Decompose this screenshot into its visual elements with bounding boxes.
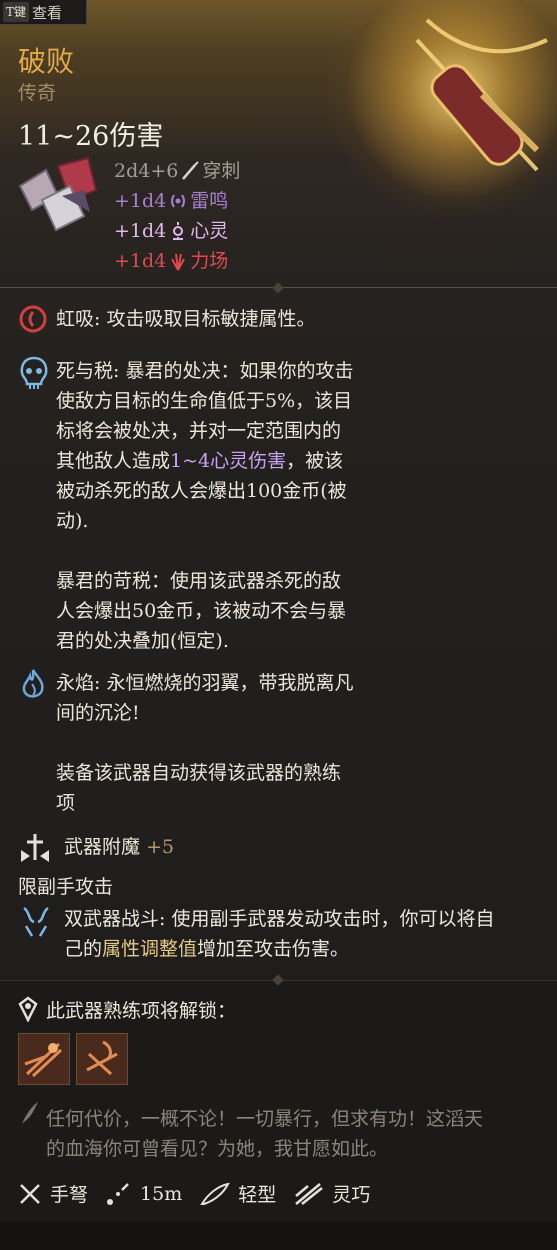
thunder-icon (171, 194, 186, 208)
property-finesse[interactable]: 灵巧 (294, 1180, 370, 1207)
enchant-sword-icon (21, 834, 49, 862)
inspect-hint[interactable]: T键 查看 (0, 0, 87, 25)
item-name: 破败 (18, 45, 75, 78)
proficiency-action-2[interactable] (76, 1033, 128, 1085)
range-icon (107, 1182, 129, 1205)
property-range[interactable]: 15m (106, 1182, 182, 1206)
passive-dual-wield[interactable]: 双武器战斗: 使用副手武器发动攻击时，你可以将自 己的属性调整值增加至攻击伤害。 (18, 904, 494, 964)
hand-crossbow-icon (20, 1183, 40, 1204)
brace-shot-icon (77, 1034, 127, 1084)
passive-eternal-flame[interactable]: 永焰: 永恒燃烧的羽翼，带我脱离凡 间的沉沦! 装备该武器自动获得该武器的熟练 … (18, 668, 353, 818)
weapon-enchant[interactable]: 武器附魔 +5 (18, 832, 174, 870)
inspect-label: 查看 (32, 3, 63, 22)
proficiency-action-1[interactable] (18, 1033, 70, 1085)
psychic-damage-highlight: 1~4心灵伤害 (170, 450, 287, 472)
damage-summary: 11~26伤害 (18, 121, 164, 152)
property-hand-crossbow[interactable]: 手弩 (18, 1180, 88, 1207)
damage-line-psychic: +1d4 心灵 (114, 220, 229, 242)
key-t: T键 (3, 2, 30, 22)
pierce-icon (182, 161, 200, 180)
proficiency-header: 此武器熟练项将解锁： (18, 996, 236, 1026)
damage-line-thunder: +1d4 雷鸣 (114, 190, 229, 212)
passive-death-tax[interactable]: 死与税: 暴君的处决：如果你的攻击 使敌方目标的生命值低于5%，该目 标将会被处… (18, 356, 353, 656)
damage-line-force: +1d4 力场 (114, 250, 229, 272)
tooltip-header: T键 查看 破败 传奇 11~26伤害 2d4+6 穿刺 +1d4 雷鸣 +1d… (0, 0, 557, 288)
property-light[interactable]: 轻型 (200, 1180, 276, 1207)
item-rarity: 传奇 (18, 82, 57, 104)
proficiency-unlock-icon (18, 996, 38, 1023)
dice-icon (18, 156, 98, 232)
piercing-shot-icon (19, 1034, 69, 1084)
offhand-note: 限副手攻击 (18, 876, 114, 898)
passive-rainbow-drain[interactable]: 虹吸: 攻击吸取目标敏捷属性。 (18, 304, 315, 338)
drain-icon (19, 305, 47, 333)
psychic-icon (173, 222, 184, 240)
flavor-text: 任何代价，一概不论！一切暴行，但求有功！这滔天 的血海你可曾看见？为她，我甘愿如… (46, 1108, 484, 1160)
weapon-properties: 手弩 15m 轻型 灵巧 (18, 1180, 388, 1207)
dual-wield-icon (23, 906, 49, 937)
item-tooltip: T键 查看 破败 传奇 11~26伤害 2d4+6 穿刺 +1d4 雷鸣 +1d… (0, 0, 557, 1250)
quote-feather-icon (22, 1102, 38, 1124)
finesse-icon (295, 1182, 324, 1205)
damage-line-piercing: 2d4+6 穿刺 (114, 160, 241, 182)
skull-icon (20, 356, 48, 389)
crossbow-icon (415, 18, 548, 172)
damage-lines: 2d4+6 穿刺 +1d4 雷鸣 +1d4 心灵 +1d4 力场 (114, 156, 240, 276)
blue-flame-icon (22, 669, 44, 698)
bottom-strip (0, 1222, 557, 1250)
ability-modifier-highlight: 属性调整值 (102, 938, 198, 960)
force-icon (171, 253, 186, 271)
light-feather-icon (200, 1182, 231, 1205)
